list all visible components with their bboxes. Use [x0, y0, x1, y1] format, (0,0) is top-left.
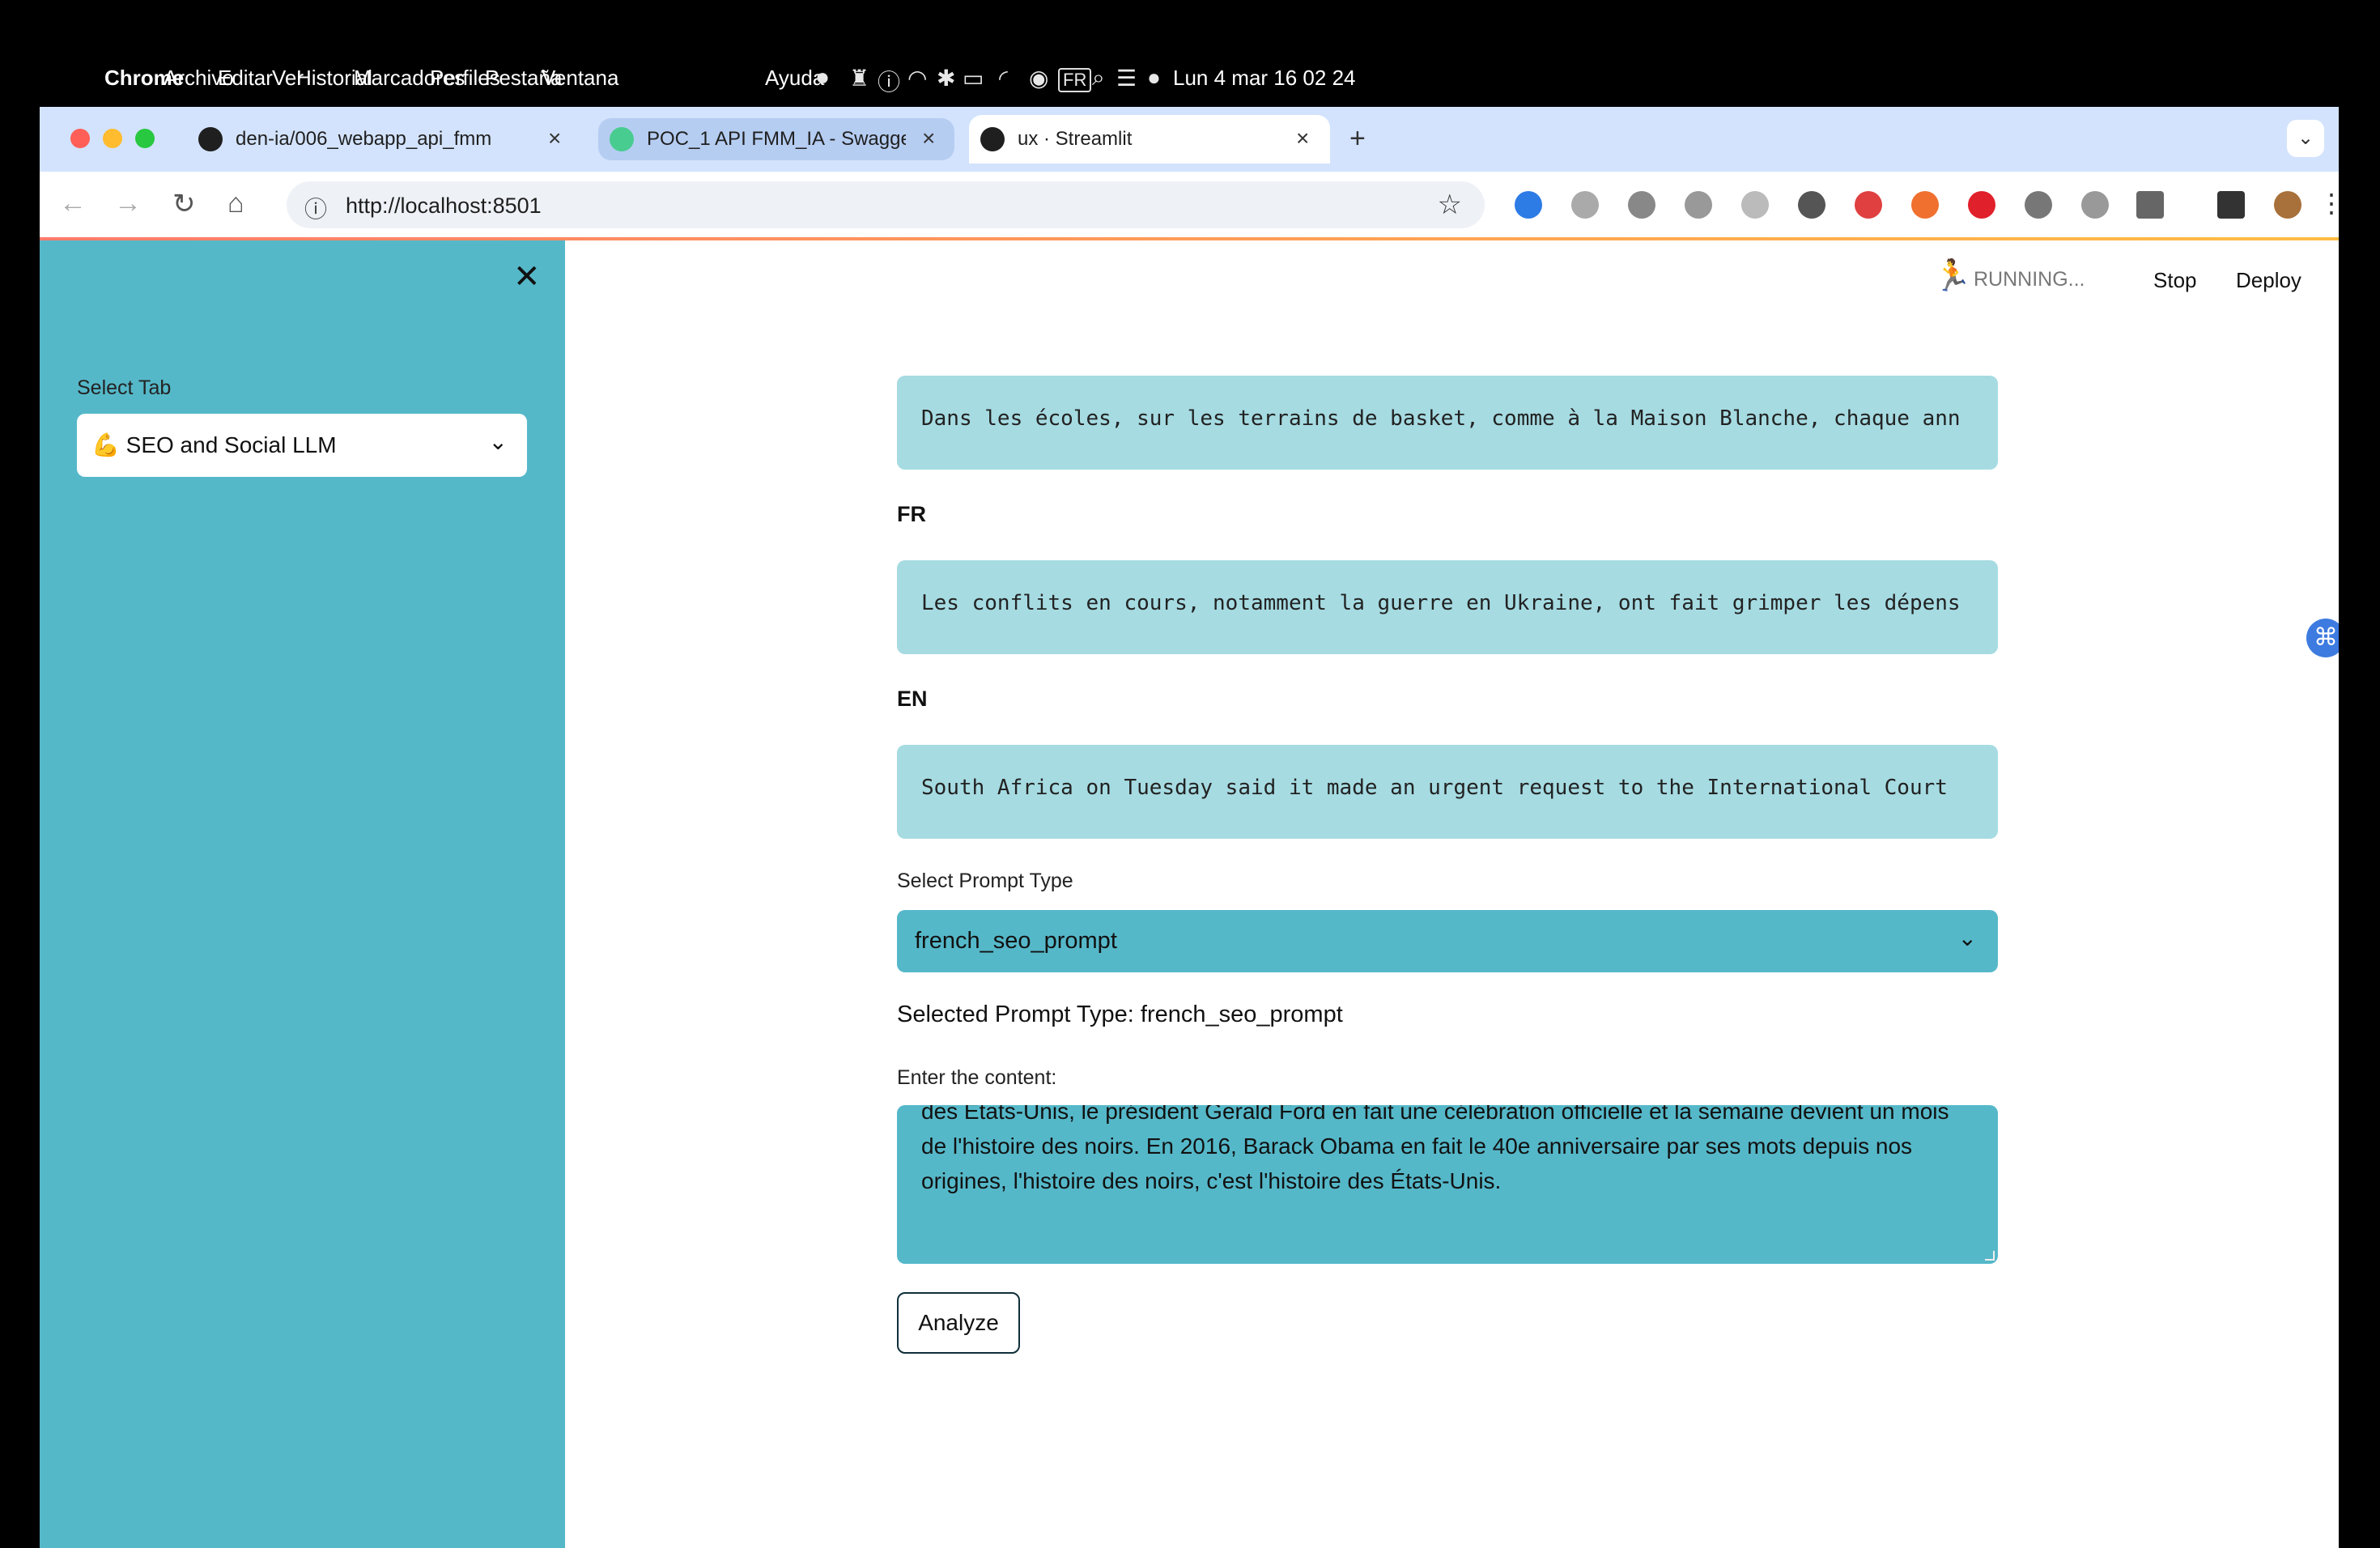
content-label: Enter the content: [897, 1066, 1057, 1089]
heading-en: EN [897, 687, 928, 711]
code-text: Dans les écoles, sur les terrains de bas… [921, 406, 1961, 431]
input-source-indicator[interactable]: FR [1058, 68, 1092, 92]
select-tab-value: 💪 SEO and Social LLM [91, 432, 337, 457]
side-panel-icon[interactable] [2217, 191, 2245, 219]
tab-close-icon[interactable]: × [922, 125, 935, 151]
extension-fire-icon[interactable] [1911, 191, 1939, 219]
window-minimize-button[interactable] [103, 129, 122, 148]
siri-icon[interactable]: ● [1147, 65, 1161, 91]
extension-camera-icon[interactable] [1685, 191, 1712, 219]
github-icon [198, 127, 223, 151]
extension-gear-icon[interactable] [1741, 191, 1769, 219]
extension-tag-icon[interactable] [1515, 191, 1542, 219]
running-status: RUNNING... [1974, 268, 2085, 291]
app-menu-icon[interactable]: ⋮ [2328, 263, 2339, 294]
screen: Chrome Archivo Editar Ver Historial Marc… [40, 52, 2339, 1548]
extensions-puzzle-icon[interactable] [2136, 191, 2164, 219]
bluetooth-icon[interactable]: ✱ [937, 65, 955, 91]
content-textarea[interactable]: des États-Unis, le président Gerald Ford… [897, 1105, 1998, 1264]
browser-tab-strip: den-ia/006_webapp_api_fmm × POC_1 API FM… [40, 107, 2339, 172]
sidebar: ✕ Select Tab 💪 SEO and Social LLM ⌄ [40, 240, 565, 1548]
prompt-type-label: Select Prompt Type [897, 870, 1073, 892]
tab-title: ux · Streamlit [1018, 128, 1133, 150]
command-shortcut-icon[interactable]: ⌘ [2306, 619, 2339, 657]
new-tab-button[interactable]: + [1349, 123, 1366, 155]
url-text[interactable]: http://localhost:8501 [346, 194, 542, 219]
select-tab-label: Select Tab [77, 376, 172, 399]
spotlight-search-icon[interactable]: ⌕ [1092, 65, 1105, 91]
code-text: South Africa on Tuesday said it made an … [921, 776, 1948, 800]
extension-aperture-icon[interactable] [2025, 191, 2052, 219]
resize-handle[interactable] [1985, 1251, 1995, 1261]
tab-close-icon[interactable]: × [1296, 125, 1309, 151]
prompt-type-value: french_seo_prompt [915, 928, 1117, 954]
back-icon[interactable]: ← [59, 188, 87, 219]
tab-title: POC_1 API FMM_IA - Swagger [647, 128, 906, 150]
prompt-type-dropdown[interactable]: french_seo_prompt ⌄ [897, 910, 1998, 972]
extension-pokeball-icon[interactable] [1855, 191, 1882, 219]
menu-editar[interactable]: Editar [218, 66, 273, 91]
control-center-icon[interactable]: ☰ [1116, 65, 1137, 91]
browser-toolbar: ← → ↻ ⌂ ⓘ http://localhost:8501 ☆ ⋮ [40, 172, 2339, 240]
tab-search-button[interactable]: ⌄ [2287, 120, 2324, 157]
accessibility-icon[interactable]: ⓘ [878, 65, 900, 97]
extension-openai-icon[interactable] [1798, 191, 1825, 219]
site-info-icon[interactable]: ⓘ [304, 192, 327, 224]
wifi-icon[interactable]: ◜ [999, 65, 1008, 91]
select-tab-dropdown[interactable]: 💪 SEO and Social LLM ⌄ [77, 414, 527, 477]
extension-ticket-icon[interactable] [1571, 191, 1599, 219]
omnibox[interactable]: ⓘ http://localhost:8501 ☆ [287, 181, 1485, 228]
content-text[interactable]: des États-Unis, le président Gerald Ford… [921, 1105, 1974, 1198]
extension-red-icon[interactable] [1968, 191, 1995, 219]
menu-clock[interactable]: Lun 4 mar 16 02 24 [1173, 66, 1356, 91]
tab-streamlit-active[interactable]: ux · Streamlit × [969, 115, 1330, 164]
forward-icon[interactable]: → [114, 188, 142, 219]
profile-avatar[interactable] [2274, 191, 2301, 219]
tab-github[interactable]: den-ia/006_webapp_api_fmm × [187, 115, 592, 164]
code-text: Les conflits en cours, notamment la guer… [921, 591, 1961, 615]
browser-menu-icon[interactable]: ⋮ [2318, 188, 2339, 219]
headphones-icon[interactable]: ◠ [907, 65, 927, 91]
bookmark-star-icon[interactable]: ☆ [1438, 189, 1462, 221]
code-block-en: South Africa on Tuesday said it made an … [897, 745, 1998, 839]
main-content: 🏃 RUNNING... Stop Deploy ⋮ Dans les écol… [565, 240, 2339, 1548]
window-zoom-button[interactable] [135, 129, 155, 148]
heading-fr: FR [897, 502, 926, 526]
selected-prompt-text: Selected Prompt Type: french_seo_prompt [897, 1002, 1343, 1027]
home-icon[interactable]: ⌂ [227, 188, 244, 219]
record-icon[interactable]: ⏺ [817, 65, 828, 91]
chevron-down-icon: ⌄ [488, 429, 508, 454]
menu-ayuda[interactable]: Ayuda [765, 66, 824, 91]
battery-icon[interactable]: ▭ [963, 65, 984, 91]
extension-recycle-icon[interactable] [1628, 191, 1655, 219]
reload-icon[interactable]: ↻ [172, 188, 196, 220]
code-block-fr: Les conflits en cours, notamment la guer… [897, 560, 1998, 654]
tab-swagger[interactable]: POC_1 API FMM_IA - Swagger × [598, 118, 954, 160]
macos-menu-bar: Chrome Archivo Editar Ver Historial Marc… [40, 52, 2339, 107]
sidebar-close-icon[interactable]: ✕ [513, 258, 541, 296]
tab-close-icon[interactable]: × [548, 125, 561, 151]
tab-title: den-ia/006_webapp_api_fmm [236, 128, 492, 150]
analyze-button[interactable]: Analyze [897, 1292, 1020, 1354]
menu-ventana[interactable]: Ventana [542, 66, 618, 91]
code-block-1: Dans les écoles, sur les terrains de bas… [897, 376, 1998, 470]
streamlit-icon [980, 127, 1005, 151]
user-icon[interactable]: ◉ [1029, 65, 1048, 91]
chevron-down-icon: ⌄ [1957, 925, 1977, 950]
game-icon[interactable]: ♜ [849, 65, 869, 91]
deploy-button[interactable]: Deploy [2236, 268, 2301, 293]
running-man-icon: 🏃 [1933, 259, 1972, 293]
window-close-button[interactable] [70, 129, 90, 148]
extension-bug-icon[interactable] [2081, 191, 2109, 219]
swagger-icon [610, 127, 634, 151]
stop-button[interactable]: Stop [2153, 268, 2197, 293]
